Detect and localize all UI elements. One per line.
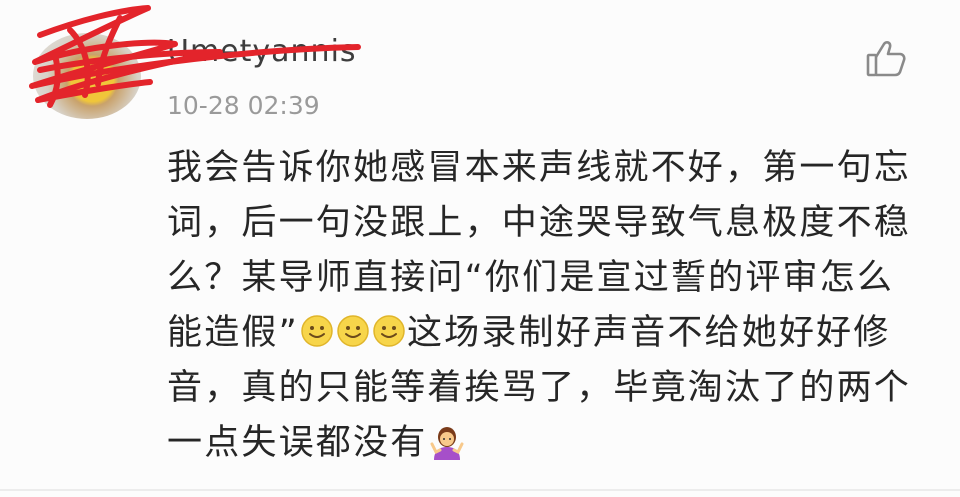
smiley-emoji: [372, 314, 406, 348]
comment-body: 我会告诉你她感冒本来声线就不好，第一句忘词，后一句没跟上，中途哭导致气息极度不稳…: [167, 141, 927, 471]
avatar[interactable]: [33, 33, 141, 119]
comment-timestamp: 10-28 02:39: [167, 91, 320, 120]
username[interactable]: Umetyannis: [167, 34, 357, 69]
divider: [0, 489, 960, 491]
smiley-emoji: [336, 314, 370, 348]
like-button[interactable]: [864, 38, 908, 80]
thumbs-up-icon: [866, 41, 906, 77]
person-shrugging-emoji: [428, 424, 464, 460]
smiley-emoji: [300, 314, 334, 348]
